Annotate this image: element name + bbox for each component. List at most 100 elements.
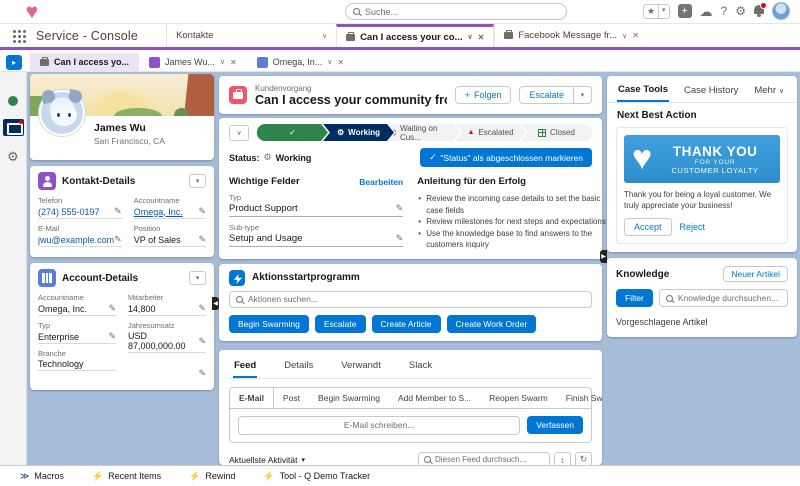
tab-slack[interactable]: Slack [408,357,433,378]
publisher-tab-post[interactable]: Post [274,388,309,408]
email-link[interactable]: jwu@example.com [38,235,114,245]
more-actions-dropdown[interactable]: ▾ [574,86,592,104]
edit-pencil-icon[interactable]: ✎ [198,368,206,379]
chevron-down-icon[interactable]: ∨ [322,32,327,40]
feed-sort-dropdown[interactable]: Aktuellste Aktivität ▾ [229,455,305,465]
new-article-button[interactable]: Neuer Artikel [723,266,788,282]
create-work-order-button[interactable]: Create Work Order [447,315,537,333]
chevron-down-icon[interactable]: ∨ [622,32,627,40]
phone-link[interactable]: (274) 555-0197 [38,207,100,217]
path-stage-working[interactable]: ⚙ Working [323,124,394,141]
contact-avatar [39,90,85,136]
chevron-down-icon[interactable]: ∨ [327,58,332,66]
path-stage-escalated[interactable]: ▲ Escalated [455,124,526,141]
path-stage-new[interactable]: ✓ [257,124,328,141]
publisher-tab-reopen-swarm[interactable]: Reopen Swarm [480,388,557,408]
knowledge-search-input[interactable] [678,293,781,303]
path-stage-closed[interactable]: Closed [521,124,592,141]
action-search[interactable] [229,291,592,308]
account-link[interactable]: Omega, Inc. [134,207,183,217]
tab-feed[interactable]: Feed [233,357,257,378]
tab-case-tools[interactable]: Case Tools [617,82,669,102]
close-icon[interactable]: ✕ [337,58,344,67]
edit-link[interactable]: Bearbeiten [359,177,403,187]
global-actions-button[interactable]: + [678,4,692,18]
close-icon[interactable]: ✕ [230,58,237,67]
edit-pencil-icon[interactable]: ✎ [114,234,122,245]
tab-mehr[interactable]: Mehr ∨ [753,82,785,102]
subtab-case[interactable]: Can I access yo... [30,53,139,71]
reject-link[interactable]: Reject [680,222,706,232]
escalate-action-button[interactable]: Escalate [315,315,366,333]
feed-search[interactable] [418,452,550,465]
nav-tab-facebook-message[interactable]: Facebook Message fr... ∨ ✕ [494,24,648,47]
edit-pencil-icon[interactable]: ✎ [108,303,116,314]
edit-pencil-icon[interactable]: ✎ [198,234,206,245]
edit-pencil-icon[interactable]: ✎ [198,336,206,347]
filter-button[interactable]: Filter [616,289,653,307]
follow-button[interactable]: + Folgen [455,86,512,104]
path-stage-waiting[interactable]: Waiting on Cus... [389,124,460,141]
split-view-toggle-icon[interactable]: ▸ [6,55,22,70]
subtab-label: Can I access yo... [54,57,129,67]
email-compose-input[interactable] [238,416,520,435]
utility-rewind[interactable]: ⚡ Rewind [177,466,247,486]
collapse-right-panel-handle[interactable]: ▶ [600,250,607,263]
refresh-feed-button[interactable]: ↻ [575,452,592,465]
chevron-down-icon[interactable]: ∨ [220,58,225,66]
create-article-button[interactable]: Create Article [372,315,441,333]
begin-swarming-button[interactable]: Begin Swarming [229,315,309,333]
card-menu-button[interactable]: ▾ [189,271,206,285]
utility-macros[interactable]: ≫ Macros [8,466,76,486]
nav-tab-kontakte[interactable]: Kontakte ∨ [166,24,336,47]
feed-search-input[interactable] [435,455,544,464]
publisher-tab-email[interactable]: E-Mail [230,388,274,408]
knowledge-search[interactable] [659,289,788,307]
chevron-down-icon[interactable]: ∨ [468,33,473,41]
omni-channel-monitor-icon[interactable] [3,119,24,136]
mark-status-complete-button[interactable]: ✓ "Status" als abgeschlossen markieren [420,148,592,167]
presence-status-icon[interactable] [8,96,18,106]
edit-pencil-icon[interactable]: ✎ [396,203,404,214]
close-icon[interactable]: ✕ [632,31,639,40]
favorites-button[interactable]: ★ ▾ [643,4,670,19]
path-collapse-toggle[interactable]: ∨ [229,125,249,141]
publisher-tab-add-member[interactable]: Add Member to S... [389,388,480,408]
accept-button[interactable]: Accept [624,218,672,236]
edit-pencil-icon[interactable]: ✎ [198,303,206,314]
edit-pencil-icon[interactable]: ✎ [198,206,206,217]
nav-tab-case[interactable]: Can I access your co... ∨ ✕ [336,24,494,47]
global-search[interactable] [345,3,567,20]
utility-recent-items[interactable]: ⚡ Recent Items [80,466,173,486]
trailhead-cloud-icon[interactable]: ☁ [700,5,713,18]
publisher-tab-begin-swarming[interactable]: Begin Swarming [309,388,389,408]
card-menu-button[interactable]: ▾ [189,174,206,188]
close-icon[interactable]: ✕ [478,33,485,42]
user-avatar[interactable] [772,2,790,20]
subtab-account-omega[interactable]: Omega, In... ∨ ✕ [247,53,354,71]
action-search-input[interactable] [248,294,585,304]
notifications-bell-icon[interactable] [754,5,764,17]
contact-icon [149,57,160,68]
global-header: ♥ ★ ▾ + ☁ ? ⚙ [0,0,800,24]
help-icon[interactable]: ? [721,5,728,17]
edit-pencil-icon[interactable]: ✎ [114,206,122,217]
gear-icon[interactable]: ⚙ [7,149,19,165]
tab-case-history[interactable]: Case History [683,82,739,102]
publisher-tab-finish-swarming[interactable]: Finish Swarming [557,388,602,408]
collapse-left-panel-handle[interactable]: ◀ [212,297,219,310]
edit-pencil-icon[interactable]: ✎ [396,233,404,244]
escalate-button[interactable]: Escalate [519,86,574,104]
subtab-contact-james-wu[interactable]: James Wu... ∨ ✕ [139,53,247,71]
compose-button[interactable]: Verfassen [527,416,583,434]
global-search-input[interactable] [365,7,559,17]
app-launcher-waffle-icon[interactable] [12,29,26,43]
utility-demo-tracker[interactable]: ⚡ Tool - Q Demo Tracker [251,466,382,486]
edit-pencil-icon[interactable]: ✎ [108,331,116,342]
tab-verwandt[interactable]: Verwandt [340,357,382,378]
setup-gear-icon[interactable]: ⚙ [735,5,746,17]
collapse-all-button[interactable]: ↕ [554,452,571,465]
guidance-item: Review milestones for next steps and exp… [417,216,606,228]
tab-details[interactable]: Details [283,357,314,378]
chevron-down-icon[interactable]: ▾ [658,5,669,18]
